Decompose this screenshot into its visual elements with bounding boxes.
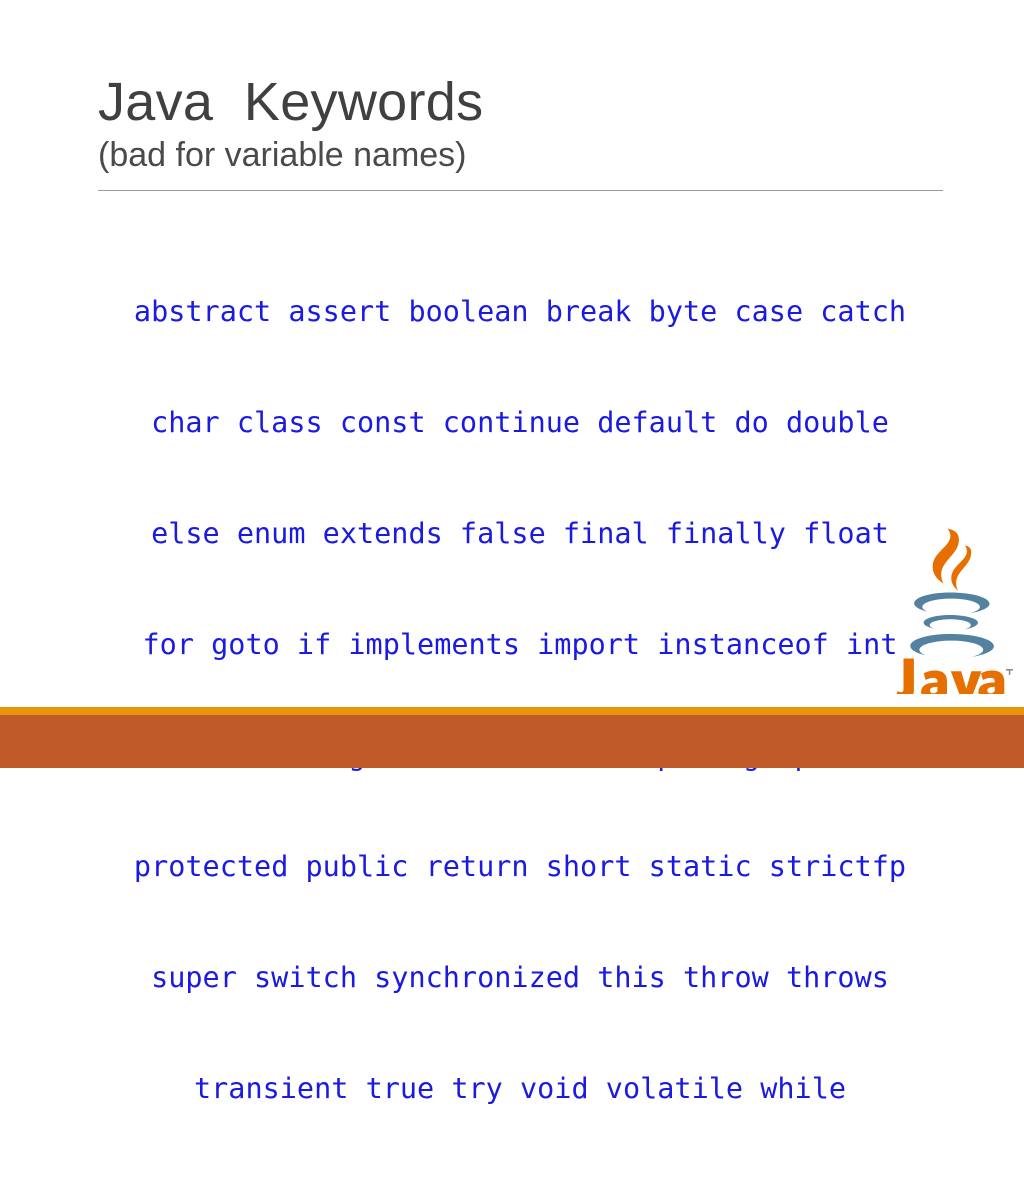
keyword-line: char class const continue default do dou… (151, 406, 889, 439)
trademark-icon (1006, 669, 1013, 675)
title-divider (98, 190, 943, 191)
footer-bar (0, 715, 1024, 768)
page-title: Java Keywords (98, 72, 484, 132)
keyword-line: transient true try void volatile while (193, 1072, 847, 1105)
java-steam-icon (932, 528, 972, 591)
footer-accent-bar (0, 707, 1024, 715)
keyword-line: for goto if implements import instanceof… (142, 628, 898, 661)
java-logo (886, 522, 1014, 694)
keyword-line: abstract assert boolean break byte case … (133, 295, 907, 328)
page-subtitle: (bad for variable names) (98, 136, 467, 174)
title-block: Java Keywords (bad for variable names) (98, 72, 943, 176)
keyword-list: abstract assert boolean break byte case … (60, 219, 980, 1181)
java-wordmark (896, 658, 1005, 694)
slide-canvas: Java Keywords (bad for variable names) a… (0, 0, 1024, 1105)
keyword-line: else enum extends false final finally fl… (151, 517, 889, 550)
keyword-line: super switch synchronized this throw thr… (151, 961, 889, 994)
java-cup-icon (910, 592, 994, 657)
keyword-line: protected public return short static str… (133, 850, 907, 883)
